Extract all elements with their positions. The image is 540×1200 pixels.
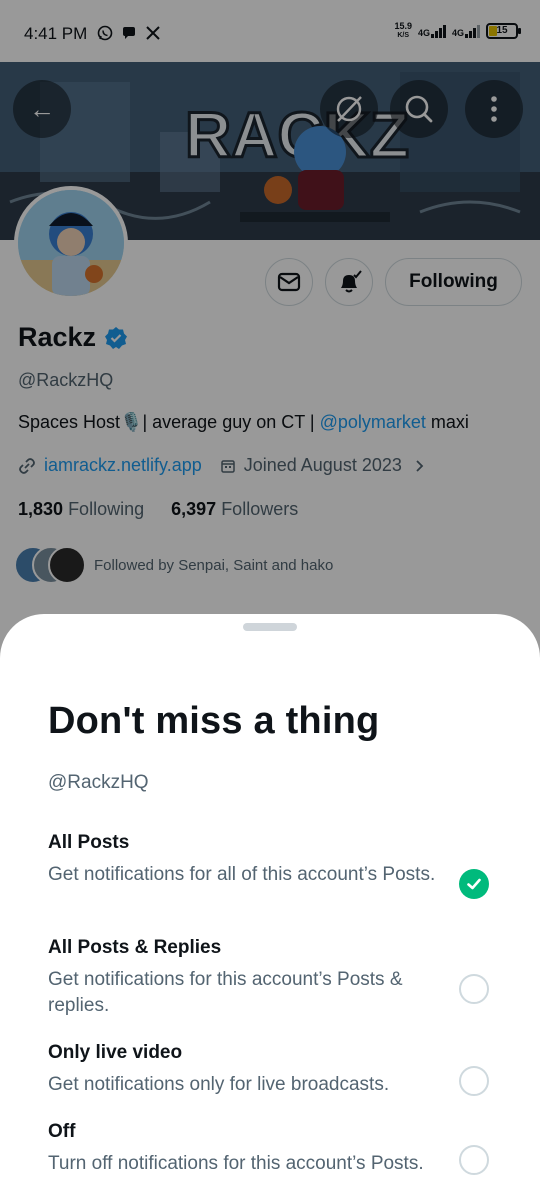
sheet-title: Don't miss a thing xyxy=(48,700,380,742)
option-off[interactable]: Off Turn off notifications for this acco… xyxy=(48,1121,508,1177)
option-title: All Posts xyxy=(48,832,130,853)
option-title: All Posts & Replies xyxy=(48,937,222,958)
notification-settings-sheet: Don't miss a thing @RackzHQ All Posts Ge… xyxy=(0,614,540,1200)
checkmark-icon xyxy=(467,878,481,890)
option-description: Get notifications only for live broadcas… xyxy=(48,1074,390,1095)
radio-all-posts-replies[interactable] xyxy=(459,974,489,1004)
option-title: Off xyxy=(48,1121,76,1142)
option-title: Only live video xyxy=(48,1042,183,1063)
option-only-live-video[interactable]: Only live video Get notifications only f… xyxy=(48,1042,508,1098)
sheet-drag-handle[interactable] xyxy=(243,623,297,631)
option-description: Get notifications for this account’s Pos… xyxy=(48,969,403,1016)
option-description: Get notifications for all of this accoun… xyxy=(48,864,436,885)
option-description: Turn off notifications for this account’… xyxy=(48,1153,424,1174)
sheet-account-handle: @RackzHQ xyxy=(48,772,149,793)
radio-all-posts[interactable] xyxy=(459,869,489,899)
option-all-posts-replies[interactable]: All Posts & Replies Get notifications fo… xyxy=(48,937,508,1019)
option-all-posts[interactable]: All Posts Get notifications for all of t… xyxy=(48,832,508,888)
radio-off[interactable] xyxy=(459,1145,489,1175)
radio-only-live-video[interactable] xyxy=(459,1066,489,1096)
